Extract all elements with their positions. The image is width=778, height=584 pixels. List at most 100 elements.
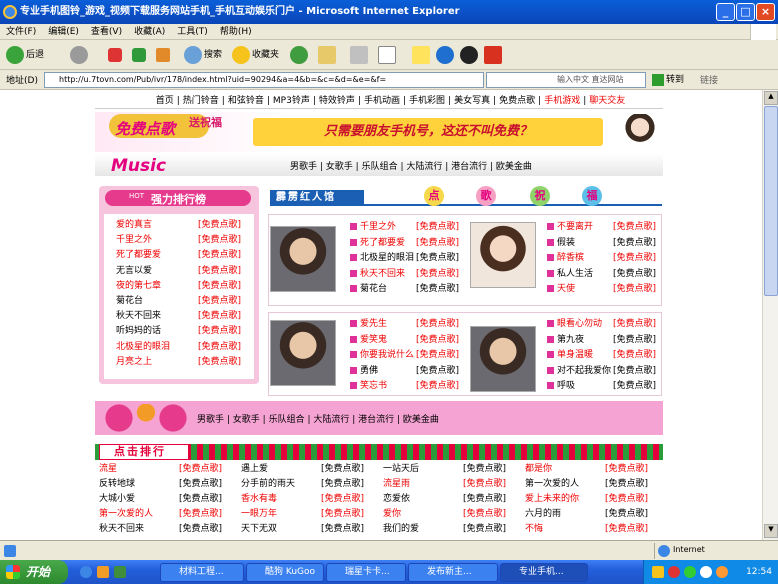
free-song-link[interactable]: [免费点歌] [463, 462, 506, 477]
free-song-link[interactable]: [免费点歌] [613, 236, 656, 251]
menu-tools[interactable]: 工具(T) [171, 24, 214, 40]
tray-icon-1[interactable] [652, 566, 664, 578]
menu-favorites[interactable]: 收藏(A) [128, 24, 171, 40]
singer-photo-1[interactable] [270, 226, 336, 292]
free-song-link[interactable]: [免费点歌] [179, 477, 222, 492]
chart-song[interactable]: 听妈妈的话 [116, 324, 161, 339]
star-song[interactable]: 勇佛 [360, 366, 378, 376]
singer-photo-2[interactable] [470, 222, 536, 288]
click-song[interactable]: 一眼万年 [241, 507, 277, 522]
nav-chat[interactable]: 聊天交友 [586, 95, 628, 107]
free-song-link[interactable]: [免费点歌] [179, 492, 222, 507]
star-song[interactable]: 北极星的眼泪 [360, 253, 414, 263]
free-song-link[interactable]: [免费点歌] [605, 492, 648, 507]
nav-polyphonic[interactable]: 和弦铃音 [225, 95, 267, 107]
star-song[interactable]: 菊花台 [360, 284, 387, 294]
chart-song[interactable]: 月亮之上 [116, 355, 152, 370]
star-song[interactable]: 天使 [557, 284, 575, 294]
star-song[interactable]: 假装 [557, 238, 575, 248]
star-song[interactable]: 爱笑鬼 [360, 335, 387, 345]
star-song[interactable]: 第九夜 [557, 335, 584, 345]
free-song-link[interactable]: [免费点歌] [198, 264, 241, 279]
note-button[interactable] [412, 45, 432, 65]
favorites-button[interactable]: 收藏夹 [232, 45, 279, 65]
free-song-link[interactable]: [免费点歌] [198, 218, 241, 233]
click-song[interactable]: 爱上未来的你 [525, 492, 579, 507]
free-song-link[interactable]: [免费点歌] [179, 522, 222, 537]
free-song-link[interactable]: [免费点歌] [198, 279, 241, 294]
click-song[interactable]: 我们的爱 [383, 522, 419, 537]
singer-photo-4[interactable] [470, 326, 536, 392]
click-song[interactable]: 分手前的雨天 [241, 477, 295, 492]
keyword-input[interactable]: 输入中文 直达网站 [486, 72, 646, 88]
star-song[interactable]: 私人生活 [557, 269, 593, 279]
free-song-link[interactable]: [免费点歌] [416, 317, 459, 332]
free-song-link[interactable]: [免费点歌] [321, 477, 364, 492]
refresh-button[interactable] [132, 45, 148, 65]
free-song-link[interactable]: [免费点歌] [613, 282, 656, 297]
free-song-link[interactable]: [免费点歌] [613, 317, 656, 332]
address-input[interactable]: http://u.7tovn.com/Pub/ivr/178/index.htm… [44, 72, 484, 88]
chart-song[interactable]: 菊花台 [116, 294, 143, 309]
free-song-link[interactable]: [免费点歌] [605, 507, 648, 522]
chart-song[interactable]: 死了都要爱 [116, 248, 161, 263]
free-song-link[interactable]: [免费点歌] [416, 364, 459, 379]
minimize-button[interactable]: _ [716, 3, 735, 21]
free-song-link[interactable]: [免费点歌] [416, 333, 459, 348]
menu-help[interactable]: 帮助(H) [214, 24, 258, 40]
free-song-link[interactable]: [免费点歌] [613, 267, 656, 282]
free-song-link[interactable]: [免费点歌] [416, 251, 459, 266]
free-song-link[interactable]: [免费点歌] [605, 477, 648, 492]
nav-games[interactable]: 手机游戏 [541, 95, 583, 107]
cat-band[interactable]: 乐队组合 [362, 162, 398, 172]
nav-animation[interactable]: 手机动画 [361, 95, 403, 107]
free-song-link[interactable]: [免费点歌] [416, 348, 459, 363]
click-song[interactable]: 六月的雨 [525, 507, 561, 522]
close-button[interactable]: × [756, 3, 775, 21]
scroll-down-button[interactable]: ▼ [764, 524, 778, 538]
cat-hktw[interactable]: 港台流行 [451, 162, 487, 172]
star-song[interactable]: 死了都要爱 [360, 238, 405, 248]
free-song-link[interactable]: [免费点歌] [179, 507, 222, 522]
band-cat-western[interactable]: 欧美金曲 [403, 415, 439, 425]
click-song[interactable]: 秋天不回来 [99, 522, 144, 537]
quicklaunch-media-icon[interactable] [97, 566, 109, 578]
star-song[interactable]: 你要我说什么 [360, 350, 414, 360]
task-publish[interactable]: 发布新主... [408, 563, 498, 582]
tray-icon-4[interactable] [700, 566, 712, 578]
band-cat-male[interactable]: 男歌手 [197, 415, 224, 425]
chart-song[interactable]: 夜的第七章 [116, 279, 161, 294]
click-song[interactable]: 爱你 [383, 507, 401, 522]
free-song-link[interactable]: [免费点歌] [198, 309, 241, 324]
free-song-link[interactable]: [免费点歌] [198, 248, 241, 263]
quicklaunch-ie-icon[interactable] [80, 566, 92, 578]
free-song-link[interactable]: [免费点歌] [198, 294, 241, 309]
band-cat-hktw[interactable]: 港台流行 [358, 415, 394, 425]
band-cat-mainland[interactable]: 大陆流行 [313, 415, 349, 425]
free-song-link[interactable]: [免费点歌] [416, 282, 459, 297]
edit-button[interactable] [378, 45, 398, 65]
click-song[interactable]: 香水有毒 [241, 492, 277, 507]
scroll-up-button[interactable]: ▲ [764, 91, 778, 105]
free-song-link[interactable]: [免费点歌] [605, 522, 648, 537]
menu-view[interactable]: 查看(V) [85, 24, 128, 40]
click-song[interactable]: 反转地球 [99, 477, 135, 492]
free-song-link[interactable]: [免费点歌] [179, 462, 222, 477]
nav-wallpaper[interactable]: 手机彩图 [406, 95, 448, 107]
free-song-link[interactable]: [免费点歌] [463, 507, 506, 522]
click-song[interactable]: 恋爱依 [383, 492, 410, 507]
band-cat-band[interactable]: 乐队组合 [269, 415, 305, 425]
cat-male[interactable]: 男歌手 [290, 162, 317, 172]
home-button[interactable] [156, 45, 172, 65]
history-button[interactable] [290, 45, 310, 65]
free-song-link[interactable]: [免费点歌] [198, 340, 241, 355]
star-song[interactable]: 不要离开 [557, 222, 593, 232]
forward-button[interactable] [70, 45, 90, 65]
free-song-link[interactable]: [免费点歌] [321, 492, 364, 507]
click-song[interactable]: 遇上爱 [241, 462, 268, 477]
stop-button[interactable] [108, 45, 124, 65]
qq-button[interactable] [460, 45, 480, 65]
star-song[interactable]: 千里之外 [360, 222, 396, 232]
chart-song[interactable]: 爱的真言 [116, 218, 152, 233]
links-label[interactable]: 链接 [700, 73, 718, 86]
